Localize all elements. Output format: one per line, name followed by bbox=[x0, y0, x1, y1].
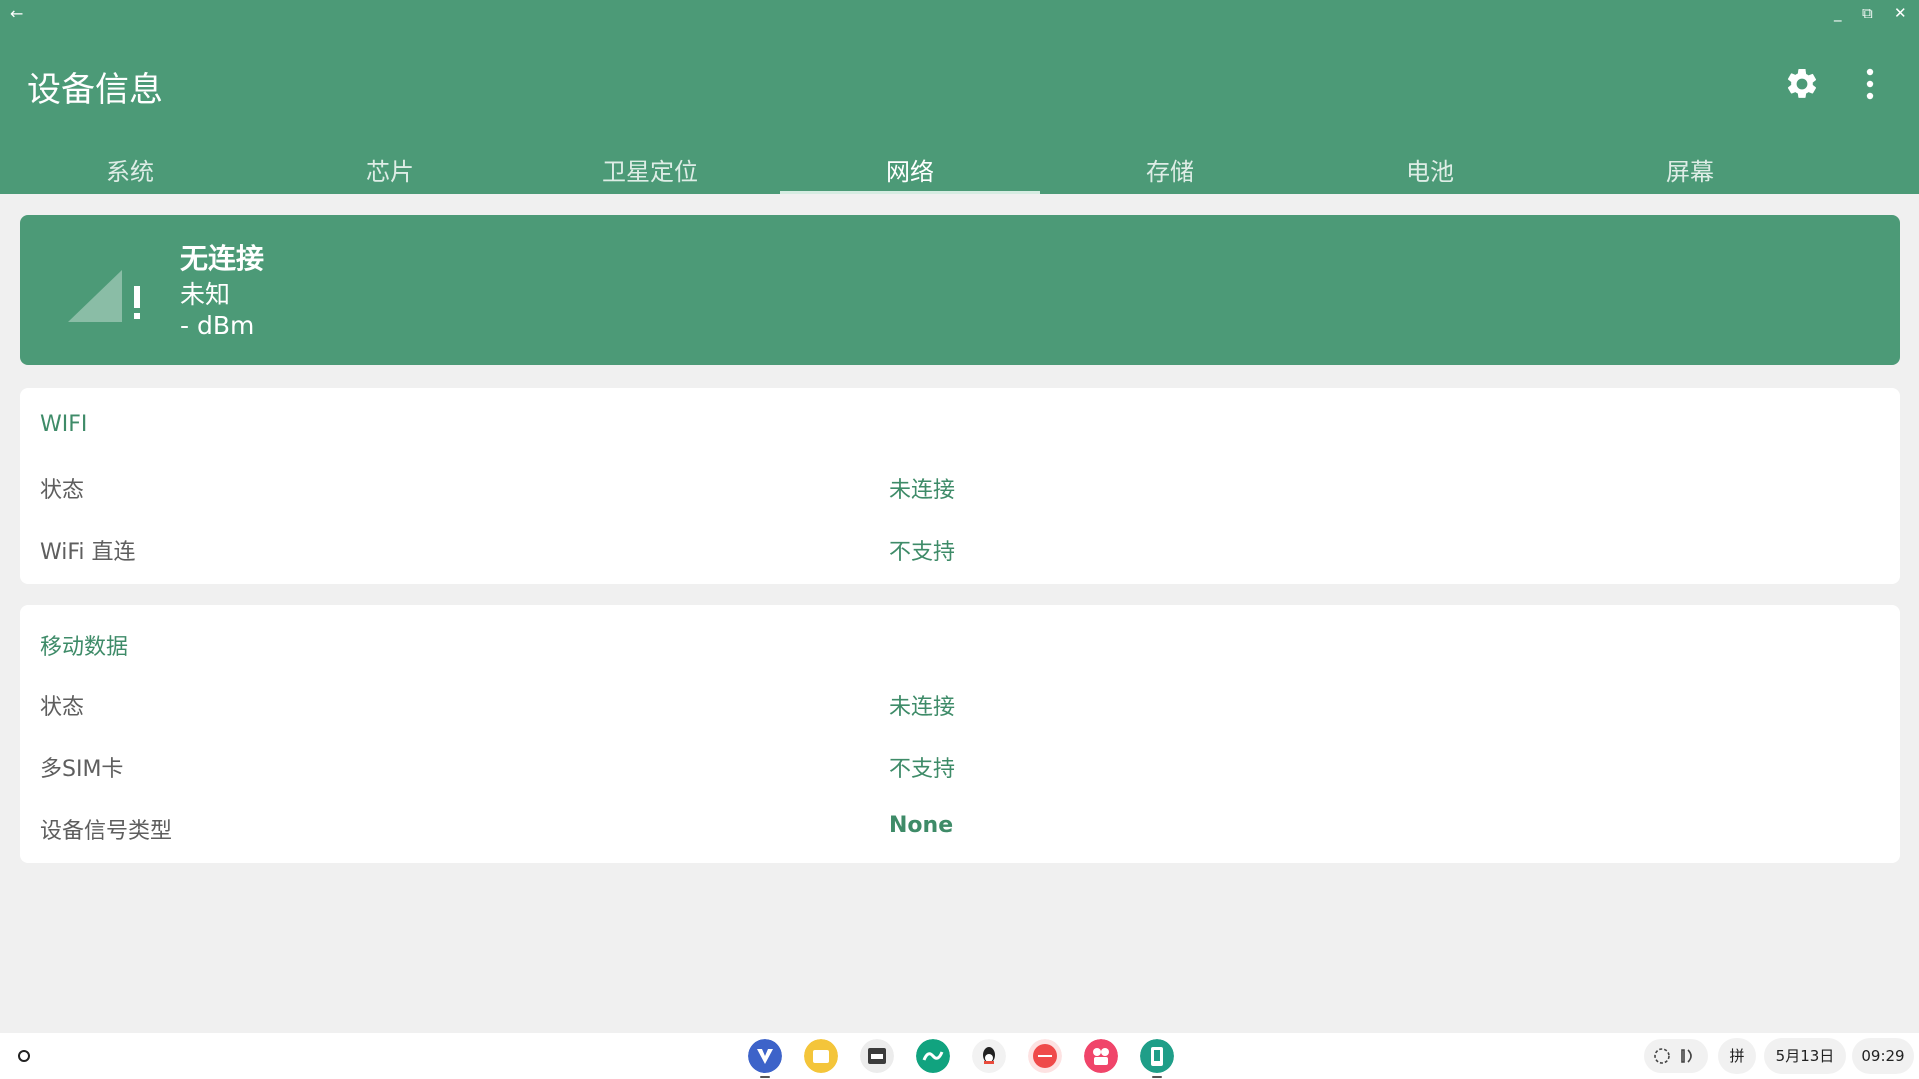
tab-network[interactable]: 网络 bbox=[780, 140, 1040, 194]
section-title: 移动数据 bbox=[40, 635, 129, 660]
ime-indicator[interactable]: 拼 bbox=[1718, 1038, 1756, 1074]
more-vert-icon[interactable] bbox=[1860, 66, 1880, 102]
files-icon[interactable] bbox=[804, 1039, 838, 1073]
wifi-card: WIFI 状态 未连接 WiFi 直连 不支持 bbox=[20, 388, 1900, 584]
app-window: ← _ ⧉ ✕ 设备信息 系统 芯片 卫星定位 网络 存储 电池 屏幕 无连接 … bbox=[0, 0, 1919, 1033]
app-v-icon[interactable] bbox=[748, 1039, 782, 1073]
minimize-icon[interactable]: _ bbox=[1834, 5, 1842, 21]
row-value: None bbox=[889, 813, 954, 838]
tab-gnss[interactable]: 卫星定位 bbox=[520, 140, 780, 194]
signal-strength: - dBm bbox=[180, 311, 255, 340]
date-display[interactable]: 5月13日 bbox=[1764, 1038, 1846, 1074]
signal-warning-icon bbox=[68, 270, 140, 322]
tab-bar: 系统 芯片 卫星定位 网络 存储 电池 屏幕 bbox=[0, 140, 1919, 194]
launcher-circle-icon bbox=[18, 1050, 30, 1062]
running-indicator bbox=[760, 1076, 770, 1078]
row-value: 不支持 bbox=[889, 540, 956, 565]
row-label: 状态 bbox=[40, 695, 85, 720]
clock[interactable]: 09:29 bbox=[1852, 1038, 1914, 1074]
row-value: 不支持 bbox=[889, 757, 956, 782]
gear-icon[interactable] bbox=[1784, 66, 1820, 102]
connection-status: 无连接 bbox=[180, 242, 265, 275]
device-info-icon[interactable] bbox=[1140, 1039, 1174, 1073]
network-type: 未知 bbox=[180, 280, 231, 309]
taskbar: 拼 5月13日 09:29 bbox=[0, 1033, 1919, 1079]
row-value: 未连接 bbox=[889, 478, 956, 503]
red-app-icon[interactable] bbox=[1028, 1039, 1062, 1073]
signal-summary-card: 无连接 未知 - dBm bbox=[20, 215, 1900, 365]
row-label: 状态 bbox=[40, 478, 85, 503]
mt-manager-icon[interactable] bbox=[860, 1039, 894, 1073]
app-header: ← _ ⧉ ✕ 设备信息 系统 芯片 卫星定位 网络 存储 电池 屏幕 bbox=[0, 0, 1919, 194]
green-app-icon[interactable] bbox=[916, 1039, 950, 1073]
running-indicator bbox=[1152, 1076, 1162, 1078]
pink-app-icon[interactable] bbox=[1084, 1039, 1118, 1073]
row-label: 多SIM卡 bbox=[40, 757, 124, 782]
tab-storage[interactable]: 存储 bbox=[1040, 140, 1300, 194]
section-title: WIFI bbox=[40, 412, 88, 437]
tab-chip[interactable]: 芯片 bbox=[260, 140, 520, 194]
tray-status-icon[interactable] bbox=[1644, 1039, 1708, 1073]
row-label: 设备信号类型 bbox=[40, 819, 173, 844]
restore-icon[interactable]: ⧉ bbox=[1862, 5, 1873, 21]
row-value: 未连接 bbox=[889, 695, 956, 720]
close-icon[interactable]: ✕ bbox=[1894, 5, 1907, 21]
tab-screen[interactable]: 屏幕 bbox=[1560, 140, 1820, 194]
tab-system[interactable]: 系统 bbox=[0, 140, 260, 194]
page-title: 设备信息 bbox=[27, 70, 163, 110]
launcher-button[interactable] bbox=[10, 1042, 38, 1070]
mobile-data-card: 移动数据 状态 未连接 多SIM卡 不支持 设备信号类型 None bbox=[20, 605, 1900, 863]
qq-icon[interactable] bbox=[972, 1039, 1006, 1073]
window-bar: ← _ ⧉ ✕ bbox=[0, 0, 1919, 32]
row-label: WiFi 直连 bbox=[40, 540, 136, 565]
back-arrow-icon[interactable]: ← bbox=[10, 4, 23, 23]
tab-battery[interactable]: 电池 bbox=[1300, 140, 1560, 194]
